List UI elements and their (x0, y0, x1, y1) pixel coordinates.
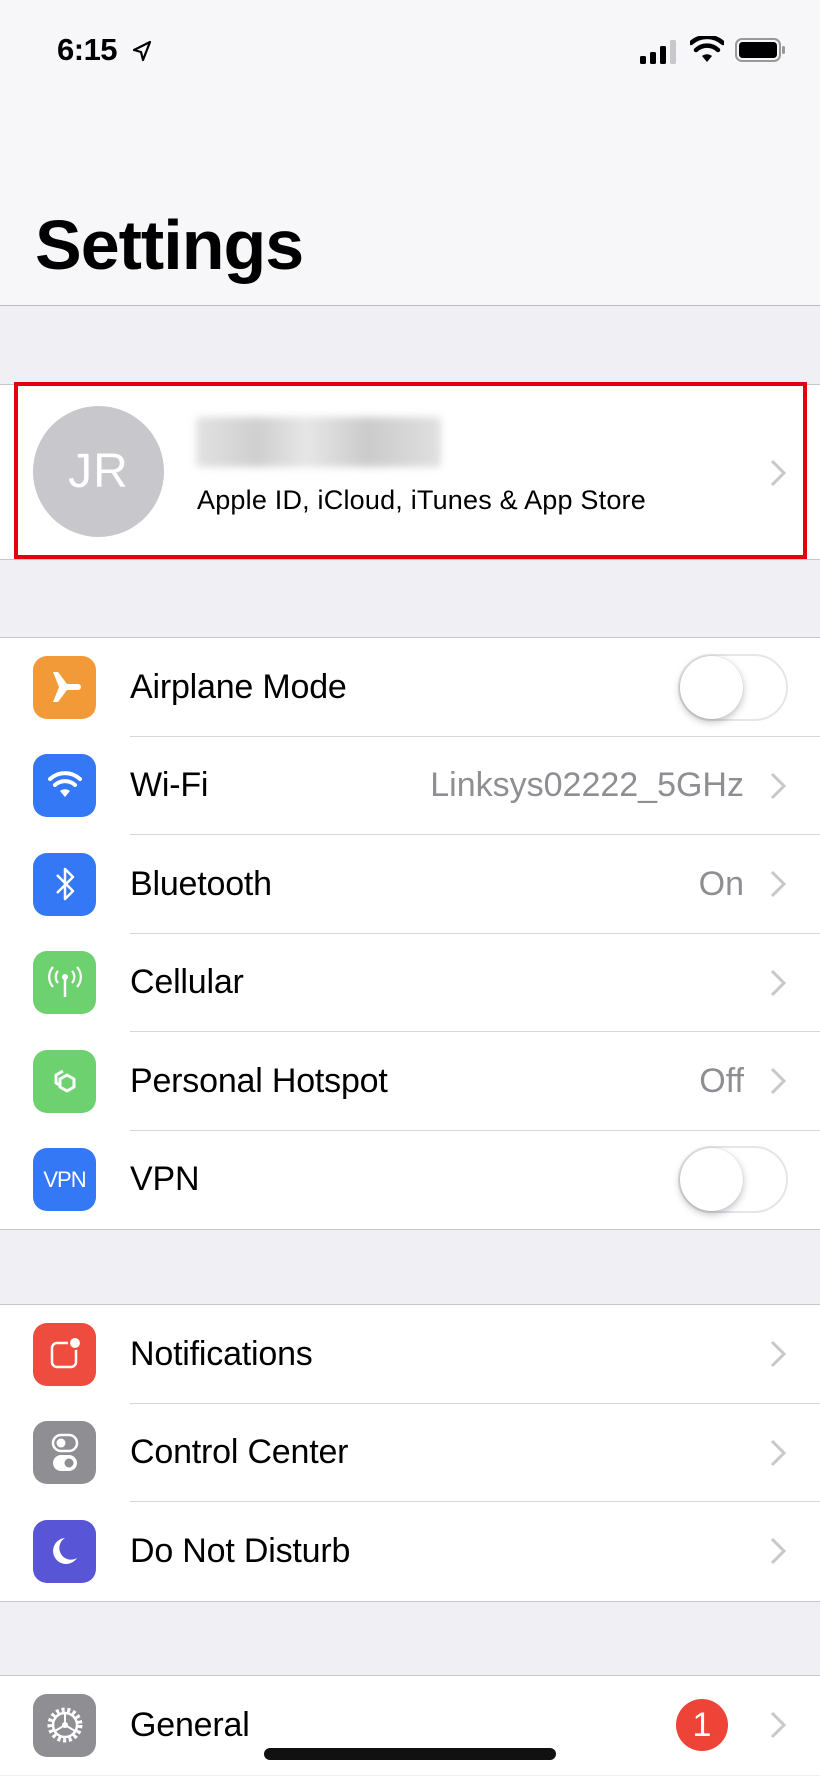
row-do-not-disturb[interactable]: Do Not Disturb (0, 1502, 820, 1601)
row-bluetooth[interactable]: Bluetooth On (0, 835, 820, 934)
connectivity-group: Airplane Mode Wi-Fi Linksys02222_5GHz Bl… (0, 637, 820, 1230)
battery-icon (735, 38, 785, 62)
wifi-icon (690, 36, 724, 62)
status-time: 6:15 (57, 32, 118, 67)
chevron-right-icon (770, 459, 787, 487)
chevron-right-icon (770, 1068, 787, 1095)
row-personal-hotspot[interactable]: Personal Hotspot Off (0, 1032, 820, 1131)
row-label: Bluetooth (130, 864, 272, 903)
moon-icon (33, 1519, 96, 1583)
row-label: Airplane Mode (130, 667, 347, 706)
row-label: Personal Hotspot (130, 1061, 388, 1100)
row-label: Wi-Fi (130, 766, 209, 805)
row-label: Notifications (130, 1334, 313, 1373)
row-label: VPN (130, 1160, 200, 1199)
chevron-right-icon (770, 1439, 787, 1466)
profile-name-blurred (196, 417, 441, 467)
toggle-knob (680, 1148, 743, 1212)
row-label: Control Center (130, 1433, 349, 1472)
apple-id-row[interactable]: JR Apple ID, iCloud, iTunes & App Store (0, 384, 820, 560)
row-cellular[interactable]: Cellular (0, 934, 820, 1032)
row-label: Do Not Disturb (130, 1531, 351, 1570)
page-title: Settings (35, 206, 304, 284)
chevron-right-icon (770, 1712, 787, 1739)
location-arrow-icon (132, 40, 152, 62)
chevron-right-icon (770, 772, 787, 799)
vpn-icon: VPN (33, 1148, 96, 1212)
chevron-right-icon (770, 969, 787, 996)
chevron-right-icon (770, 871, 787, 898)
hotspot-icon (33, 1049, 96, 1113)
notifications-icon (33, 1322, 96, 1386)
bluetooth-status-value: On (698, 864, 744, 903)
cellular-signal-icon (640, 40, 676, 64)
toggle-knob (680, 655, 743, 719)
row-airplane-mode[interactable]: Airplane Mode (0, 638, 820, 737)
row-label: Cellular (130, 963, 244, 1002)
hotspot-status-value: Off (699, 1061, 744, 1100)
control-center-icon (33, 1421, 96, 1485)
row-vpn[interactable]: VPN VPN (0, 1131, 820, 1230)
wifi-icon (33, 754, 96, 818)
chevron-right-icon (770, 1538, 787, 1565)
airplane-mode-toggle[interactable] (678, 653, 788, 721)
airplane-icon (33, 655, 96, 719)
avatar: JR (33, 406, 164, 537)
row-notifications[interactable]: Notifications (0, 1305, 820, 1404)
bluetooth-icon (33, 852, 96, 916)
update-badge: 1 (676, 1699, 728, 1752)
notifications-group: Notifications Control Center Do Not Dist… (0, 1304, 820, 1602)
gear-icon (33, 1693, 96, 1757)
chevron-right-icon (770, 1341, 787, 1368)
row-wifi[interactable]: Wi-Fi Linksys02222_5GHz (0, 737, 820, 835)
home-indicator[interactable] (264, 1748, 556, 1760)
navigation-header: 6:15 Settings (0, 0, 820, 306)
profile-subtitle: Apple ID, iCloud, iTunes & App Store (197, 485, 646, 515)
cellular-antenna-icon (33, 951, 96, 1015)
row-label: General (130, 1705, 250, 1744)
wifi-network-value: Linksys02222_5GHz (430, 766, 744, 805)
vpn-toggle[interactable] (678, 1146, 788, 1214)
row-control-center[interactable]: Control Center (0, 1404, 820, 1502)
